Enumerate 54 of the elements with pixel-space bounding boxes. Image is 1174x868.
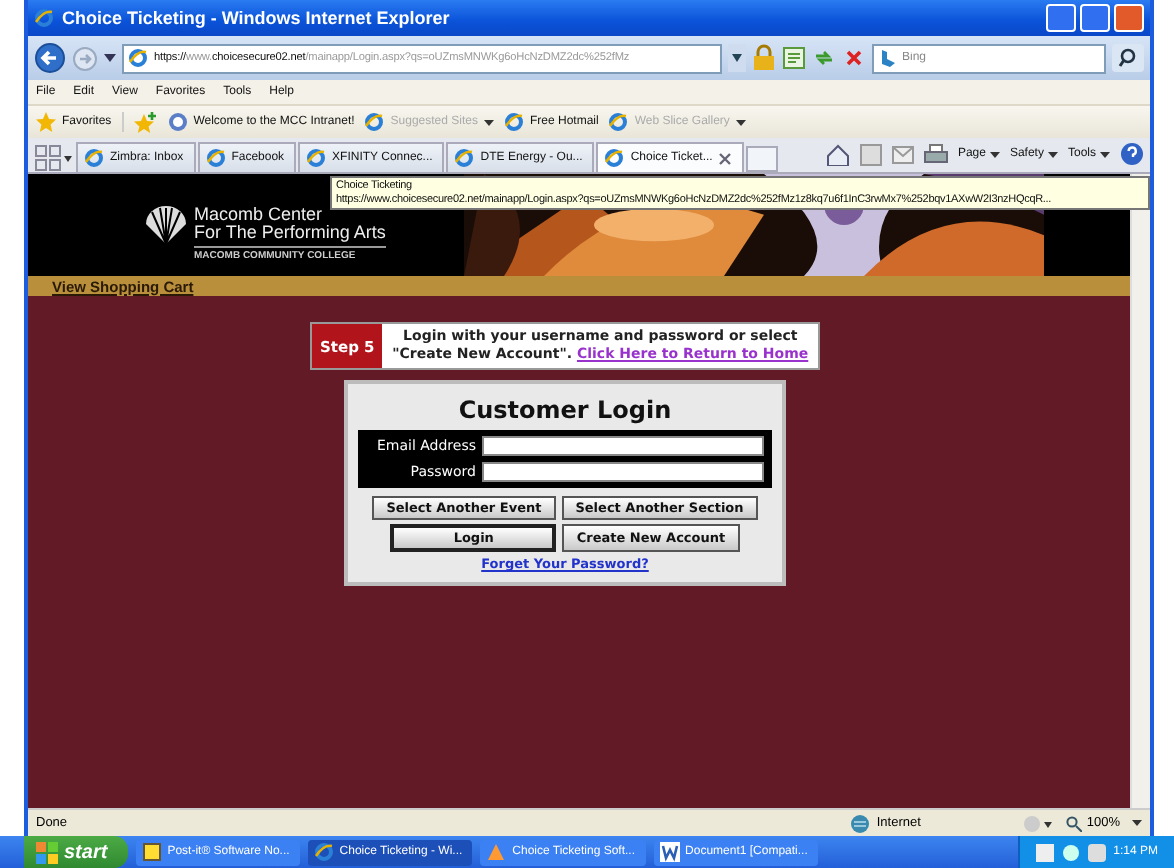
bing-icon (878, 48, 898, 68)
dropdown-icon (1047, 151, 1058, 157)
start-button[interactable]: start (24, 836, 128, 868)
printer-icon[interactable] (923, 143, 948, 165)
dropdown-icon (735, 119, 746, 125)
page-icon (364, 112, 385, 132)
page-icon (306, 148, 327, 168)
shell-logo-icon (144, 205, 188, 245)
protected-mode-icon[interactable] (1022, 813, 1055, 833)
page-icon (205, 148, 226, 168)
page-icon (608, 112, 629, 132)
dropdown-icon[interactable] (104, 54, 116, 62)
browser-icon (313, 842, 334, 862)
home-icon[interactable] (825, 143, 850, 165)
dropdown-icon (483, 119, 494, 125)
window-title: Choice Ticketing - Windows Internet Explorer (62, 8, 452, 28)
logo-text: For The Performing Arts (194, 224, 386, 243)
dropdown-icon (1100, 151, 1110, 157)
add-favorite-icon[interactable] (133, 111, 158, 133)
stop-icon[interactable] (842, 46, 866, 70)
close-icon[interactable] (718, 151, 733, 165)
refresh-icon[interactable] (812, 46, 836, 70)
dropdown-icon[interactable] (1132, 820, 1142, 826)
page-icon (84, 148, 104, 168)
input-field[interactable] (482, 436, 764, 456)
mail-icon[interactable] (891, 145, 914, 163)
page-icon (604, 148, 625, 168)
new-tab-button[interactable] (746, 146, 779, 172)
dropdown-icon (989, 151, 1000, 157)
input-field[interactable] (482, 462, 764, 482)
browser-icon (34, 8, 54, 28)
login-title: Customer Login (458, 396, 672, 424)
page-icon (454, 148, 475, 168)
star-icon (36, 112, 56, 132)
globe-icon (167, 112, 188, 132)
maximize-button[interactable] (1080, 4, 1110, 32)
page-icon (128, 48, 148, 68)
note-icon (141, 842, 162, 862)
magnifier-icon (1066, 815, 1083, 831)
minimize-button[interactable] (1046, 4, 1076, 32)
app-icon (486, 842, 507, 862)
compatibility-icon[interactable] (782, 46, 806, 70)
logo-text: Macomb Center (194, 205, 325, 224)
feeds-icon[interactable] (859, 143, 882, 165)
scroll-bar[interactable] (1130, 174, 1150, 808)
windows-logo-icon (36, 841, 58, 863)
quick-tabs-icon[interactable] (34, 144, 74, 172)
globe-icon (850, 813, 871, 833)
document-icon (659, 842, 680, 862)
search-icon[interactable] (1112, 44, 1144, 72)
back-icon[interactable] (34, 42, 66, 74)
help-icon[interactable] (1120, 142, 1144, 166)
close-button[interactable] (1114, 4, 1144, 32)
page-icon (503, 112, 524, 132)
